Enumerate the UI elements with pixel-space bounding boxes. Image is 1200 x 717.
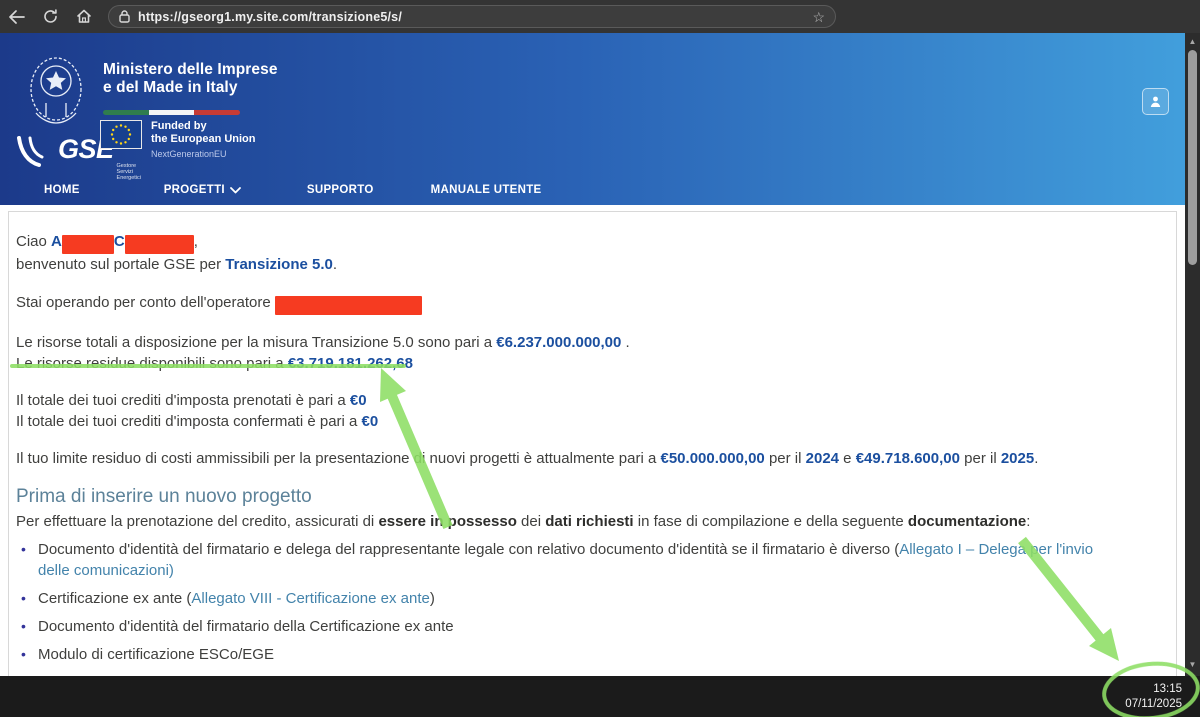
lock-icon[interactable] — [119, 10, 130, 23]
text-segment: 2025 — [1001, 450, 1034, 467]
resources-residual-line: Le risorse residue disponibili sono pari… — [16, 353, 1114, 374]
text-segment: in fase di compilazione e della seguente — [634, 513, 908, 530]
text-segment: Il totale dei tuoi crediti d'imposta pre… — [16, 392, 350, 409]
screen: https://gseorg1.my.site.com/transizione5… — [0, 0, 1200, 717]
operator-line: Stai operando per conto dell'operatore — [16, 292, 1114, 315]
text-segment: . — [333, 256, 337, 273]
list-item: Modulo di certificazione ESCo/EGE — [16, 644, 1114, 665]
refresh-icon[interactable] — [40, 7, 60, 27]
text-segment: Documento d'identità del firmatario e de… — [38, 541, 899, 558]
text-segment: Certificazione ex ante ( — [38, 590, 191, 607]
taskbar: 13:15 07/11/2025 — [0, 676, 1200, 717]
text-segment: Stai operando per conto dell'operatore — [16, 294, 275, 311]
text-segment: €50.000.000,00 — [661, 450, 765, 467]
taskbar-clock[interactable]: 13:15 07/11/2025 — [1125, 682, 1182, 712]
italy-emblem-logo — [22, 51, 90, 138]
text-segment: C — [114, 233, 125, 250]
list-item: Certificazione ex ante (Allegato VIII - … — [16, 588, 1114, 609]
greeting-line: Ciao A C , — [16, 231, 1114, 254]
portal-header: Ministero delle Imprese e del Made in It… — [0, 33, 1200, 205]
eu-funding-logo: Funded by the European Union NextGenerat… — [100, 120, 256, 161]
text-segment: €49.718.600,00 — [856, 450, 960, 467]
resources-total-line: Le risorse totali a disposizione per la … — [16, 332, 1114, 353]
text-segment: Documento d'identità del firmatario dell… — [38, 618, 454, 635]
welcome-line: benvenuto sul portale GSE per Transizion… — [16, 254, 1114, 275]
redaction-box — [62, 235, 114, 254]
text-segment: per il — [765, 450, 806, 467]
inline-link[interactable]: Allegato VIII - Certificazione ex ante — [191, 590, 429, 607]
page-scrollbar[interactable]: ▲ ▼ — [1185, 33, 1200, 676]
bookmark-star-icon[interactable]: ☆ — [812, 10, 825, 24]
credits-confirmed-line: Il totale dei tuoi crediti d'imposta con… — [16, 411, 1114, 432]
nav-item-manuale-utente[interactable]: MANUALE UTENTE — [431, 184, 542, 196]
text-segment: €6.237.000.000,00 — [496, 334, 621, 351]
text-segment: documentazione — [908, 513, 1026, 530]
clock-date: 07/11/2025 — [1125, 697, 1182, 712]
checklist-intro: Per effettuare la prenotazione del credi… — [16, 511, 1114, 532]
text-segment: , — [194, 233, 198, 250]
text-segment: A — [51, 233, 62, 250]
section-heading: Prima di inserire un nuovo progetto — [16, 485, 1114, 509]
list-item: Documento d'identità del firmatario e de… — [16, 539, 1114, 581]
url-text[interactable]: https://gseorg1.my.site.com/transizione5… — [138, 10, 804, 24]
address-bar[interactable]: https://gseorg1.my.site.com/transizione5… — [108, 5, 836, 28]
text-segment: Transizione 5.0 — [225, 256, 333, 273]
text-segment: Le risorse residue disponibili sono pari… — [16, 355, 288, 372]
text-segment: dei — [517, 513, 545, 530]
browser-toolbar: https://gseorg1.my.site.com/transizione5… — [0, 0, 1200, 33]
nav-item-supporto[interactable]: SUPPORTO — [307, 184, 374, 196]
ministry-title: Ministero delle Imprese e del Made in It… — [103, 61, 278, 97]
text-segment: €3.719.181.262,68 — [288, 355, 413, 372]
text-segment: Il tuo limite residuo di costi ammissibi… — [16, 450, 661, 467]
document-list: Documento d'identità del firmatario e de… — [16, 539, 1114, 693]
text-segment: essere in possesso — [378, 513, 516, 530]
list-item: Documento d'identità del firmatario dell… — [16, 616, 1114, 637]
redaction-box — [125, 235, 194, 254]
nav-item-home[interactable]: HOME — [44, 184, 80, 196]
text-segment: : — [1026, 513, 1030, 530]
nextgeneu-text: NextGenerationEU — [151, 148, 256, 161]
text-segment: Ciao — [16, 233, 51, 250]
text-segment: dati richiesti — [545, 513, 633, 530]
user-icon — [1149, 95, 1162, 108]
clock-time: 13:15 — [1125, 682, 1182, 697]
scroll-up-icon[interactable]: ▲ — [1185, 35, 1200, 49]
text-segment: per il — [960, 450, 1001, 467]
text-segment: . — [1034, 450, 1038, 467]
home-icon[interactable] — [74, 7, 94, 27]
text-segment: Le risorse totali a disposizione per la … — [16, 334, 496, 351]
profile-button[interactable] — [1142, 88, 1169, 115]
gse-swoosh-icon — [16, 136, 56, 170]
main-nav: HOME PROGETTI SUPPORTO MANUALE UTENTE — [0, 175, 1200, 205]
text-segment: . — [621, 334, 629, 351]
text-segment: Il totale dei tuoi crediti d'imposta con… — [16, 413, 362, 430]
back-icon[interactable] — [6, 7, 26, 27]
redaction-box — [275, 296, 422, 315]
scrollbar-thumb[interactable] — [1188, 50, 1197, 265]
text-segment: Modulo di certificazione ESCo/EGE — [38, 646, 274, 663]
scroll-down-icon[interactable]: ▼ — [1185, 658, 1200, 672]
text-segment: €0 — [350, 392, 367, 409]
nav-item-progetti[interactable]: PROGETTI — [164, 184, 241, 196]
cost-limit-line: Il tuo limite residuo di costi ammissibi… — [16, 448, 1114, 469]
text-segment: e — [839, 450, 856, 467]
text-segment: 2024 — [806, 450, 839, 467]
text-segment: benvenuto sul portale GSE per — [16, 256, 225, 273]
italy-flag-bar — [103, 110, 240, 115]
text-segment: ) — [430, 590, 435, 607]
text-segment: Per effettuare la prenotazione del credi… — [16, 513, 378, 530]
chevron-down-icon — [230, 187, 241, 194]
credits-booked-line: Il totale dei tuoi crediti d'imposta pre… — [16, 390, 1114, 411]
main-content-card: Ciao A C , benvenuto sul portale GSE per… — [8, 211, 1177, 717]
text-segment: €0 — [362, 413, 379, 430]
eu-funded-text: Funded by the European Union NextGenerat… — [151, 120, 256, 161]
eu-flag-icon — [100, 120, 142, 149]
